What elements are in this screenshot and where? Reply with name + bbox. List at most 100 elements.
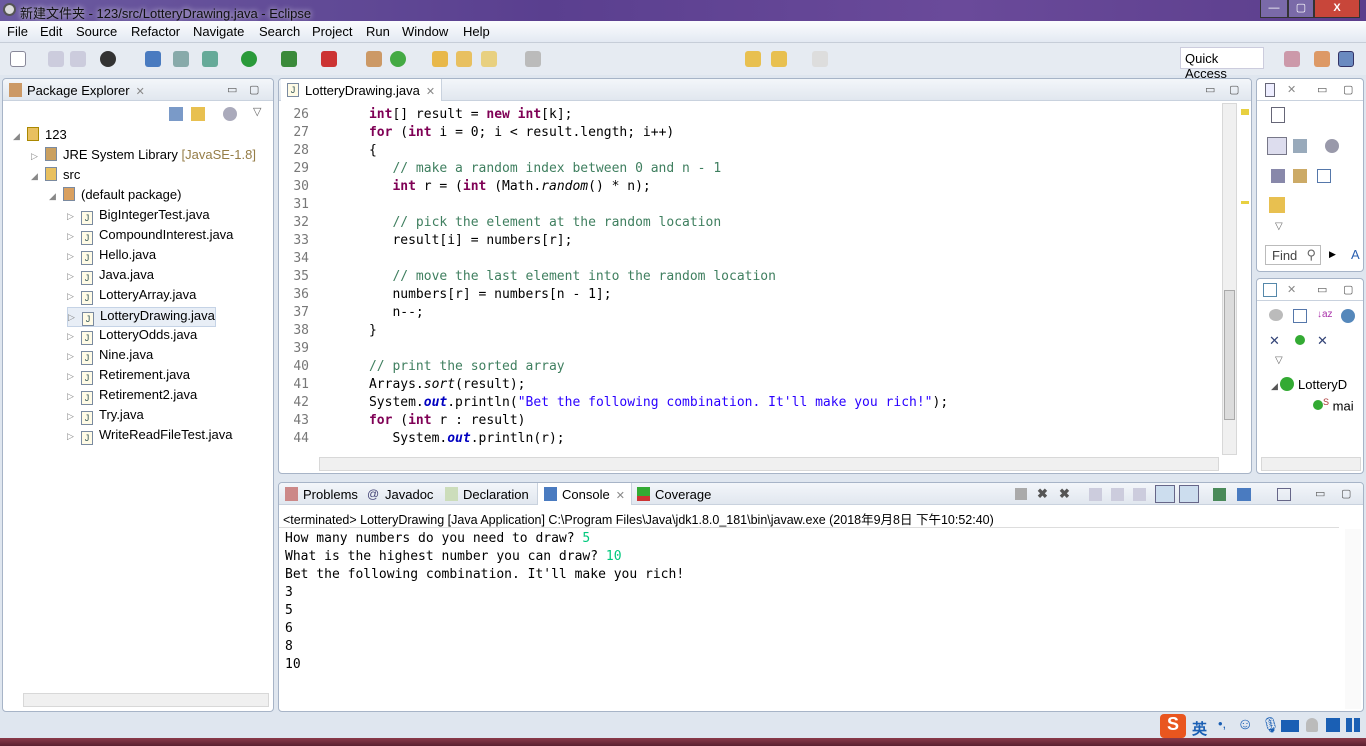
account-icon[interactable]: [100, 51, 116, 67]
categorized-icon[interactable]: [1267, 137, 1287, 155]
ime-language[interactable]: 英: [1192, 718, 1207, 739]
menu-search[interactable]: Search: [259, 24, 300, 39]
toolbox-icon[interactable]: [1346, 718, 1360, 732]
java-ee-perspective-icon[interactable]: [1314, 51, 1330, 67]
tree-file[interactable]: ▷ J Hello.java: [67, 247, 156, 265]
tab-declaration[interactable]: Declaration: [439, 483, 535, 505]
collapse-all-icon[interactable]: [169, 107, 183, 121]
terminal-icon[interactable]: [145, 51, 161, 67]
collapse-all-icon[interactable]: [1317, 169, 1331, 183]
skip-breakpoints-icon[interactable]: [173, 51, 189, 67]
show-on-stdout-icon[interactable]: [1155, 485, 1175, 503]
outline-class-item[interactable]: ◢ LotteryD: [1271, 377, 1347, 392]
menu-help[interactable]: Help: [463, 24, 490, 39]
emoji-icon[interactable]: ☺: [1237, 716, 1253, 734]
tree-project[interactable]: ◢ 123: [13, 127, 67, 142]
user-icon[interactable]: [1306, 718, 1318, 732]
filter-icon[interactable]: [223, 107, 237, 121]
search-icon[interactable]: [481, 51, 497, 67]
scroll-lock-icon[interactable]: [1111, 488, 1124, 501]
close-icon[interactable]: ✕: [1287, 283, 1296, 296]
minimize-button[interactable]: —: [1260, 0, 1288, 18]
close-button[interactable]: X: [1314, 0, 1360, 18]
annotation-icon[interactable]: [525, 51, 541, 67]
minimize-icon[interactable]: ▭: [1317, 83, 1327, 96]
new-task-icon[interactable]: [1271, 107, 1285, 123]
terminate-icon[interactable]: [1015, 488, 1027, 500]
remove-launch-icon[interactable]: ✖: [1037, 486, 1048, 502]
minimize-icon[interactable]: ▭: [1315, 487, 1325, 500]
run-icon[interactable]: [241, 51, 257, 67]
tab-console[interactable]: Console ✕: [537, 483, 632, 505]
maximize-icon[interactable]: ▢: [1229, 83, 1239, 96]
scheduled-icon[interactable]: [1293, 139, 1307, 153]
show-my-tasks-icon[interactable]: [1293, 169, 1307, 183]
clear-console-icon[interactable]: [1089, 488, 1102, 501]
pin-console-icon[interactable]: [1213, 488, 1226, 501]
expand-arrow-icon[interactable]: ▷: [67, 231, 81, 242]
horizontal-scrollbar[interactable]: [319, 457, 1219, 471]
tab-package-explorer[interactable]: Package Explorer ✕: [3, 79, 151, 101]
remove-all-icon[interactable]: ✖: [1059, 486, 1070, 502]
vertical-scrollbar[interactable]: [1222, 103, 1237, 455]
view-menu-icon[interactable]: ▽: [1275, 221, 1283, 232]
expand-arrow-icon[interactable]: ▷: [67, 411, 81, 422]
maximize-icon[interactable]: ▢: [1343, 83, 1353, 96]
expand-arrow-icon[interactable]: ▷: [67, 251, 81, 262]
tree-file[interactable]: ▷ J Retirement2.java: [67, 387, 197, 405]
close-icon[interactable]: ✕: [1287, 83, 1296, 96]
tree-file[interactable]: ▷ J Nine.java: [67, 347, 153, 365]
tab-javadoc[interactable]: @ Javadoc: [361, 483, 439, 505]
back-icon[interactable]: [771, 51, 787, 67]
task-list-icon[interactable]: [1265, 83, 1275, 97]
expand-arrow-icon[interactable]: ▶: [1329, 249, 1336, 260]
debug-icon[interactable]: [202, 51, 218, 67]
outline-method-item[interactable]: S mai: [1313, 397, 1354, 413]
menu-file[interactable]: File: [7, 24, 28, 39]
save-all-icon[interactable]: [70, 51, 86, 67]
minimize-icon[interactable]: ▭: [227, 83, 237, 96]
menu-refactor[interactable]: Refactor: [131, 24, 180, 39]
new-class-icon[interactable]: [390, 51, 406, 67]
minimize-icon[interactable]: ▭: [1317, 283, 1327, 296]
all-filter-link[interactable]: A: [1351, 247, 1360, 262]
keyboard-icon[interactable]: [1281, 720, 1299, 732]
expand-arrow-icon[interactable]: ▷: [67, 431, 81, 442]
tree-default-package[interactable]: ◢ (default package): [49, 187, 181, 202]
tree-file[interactable]: ▷ J Retirement.java: [67, 367, 190, 385]
show-on-stderr-icon[interactable]: [1179, 485, 1199, 503]
occurrence-marker[interactable]: [1241, 201, 1249, 204]
skin-icon[interactable]: [1326, 718, 1340, 732]
focus-icon[interactable]: [1325, 139, 1339, 153]
tree-file[interactable]: ▷ J LotteryArray.java: [67, 287, 196, 305]
expand-arrow-icon[interactable]: ▷: [67, 351, 81, 362]
close-icon[interactable]: ✕: [616, 490, 625, 502]
tree-file[interactable]: ▷ J BigIntegerTest.java: [67, 207, 210, 225]
menu-window[interactable]: Window: [402, 24, 448, 39]
menu-project[interactable]: Project: [312, 24, 352, 39]
synchronize-icon[interactable]: [1269, 197, 1285, 213]
quick-access-input[interactable]: Quick Access: [1180, 47, 1264, 81]
new-package-icon[interactable]: [366, 51, 382, 67]
open-console-icon[interactable]: [1277, 488, 1291, 501]
hide-local-types-icon[interactable]: ✕: [1317, 333, 1331, 348]
console-output[interactable]: How many numbers do you need to draw? 5 W…: [279, 529, 1339, 689]
tree-file[interactable]: ▷ J LotteryDrawing.java: [67, 307, 216, 327]
sort-icon[interactable]: ↓az: [1317, 309, 1333, 323]
open-type-icon[interactable]: [432, 51, 448, 67]
minimize-icon[interactable]: ▭: [1205, 83, 1215, 96]
horizontal-scrollbar[interactable]: [1261, 457, 1361, 471]
expand-arrow-icon[interactable]: ▷: [67, 291, 81, 302]
link-editor-icon[interactable]: [191, 107, 205, 121]
expand-arrow-icon[interactable]: ▷: [68, 312, 82, 323]
filter-completed-icon[interactable]: [1271, 169, 1285, 183]
expand-arrow-icon[interactable]: ▷: [67, 371, 81, 382]
close-icon[interactable]: ✕: [136, 86, 145, 98]
expand-arrow-icon[interactable]: ▷: [67, 331, 81, 342]
expand-arrow-icon[interactable]: ▷: [67, 271, 81, 282]
close-icon[interactable]: ✕: [426, 86, 435, 98]
menu-source[interactable]: Source: [76, 24, 117, 39]
java-perspective-icon[interactable]: [1338, 51, 1354, 67]
hide-nonpublic-icon[interactable]: [1341, 309, 1355, 323]
forward-icon[interactable]: [812, 51, 828, 67]
